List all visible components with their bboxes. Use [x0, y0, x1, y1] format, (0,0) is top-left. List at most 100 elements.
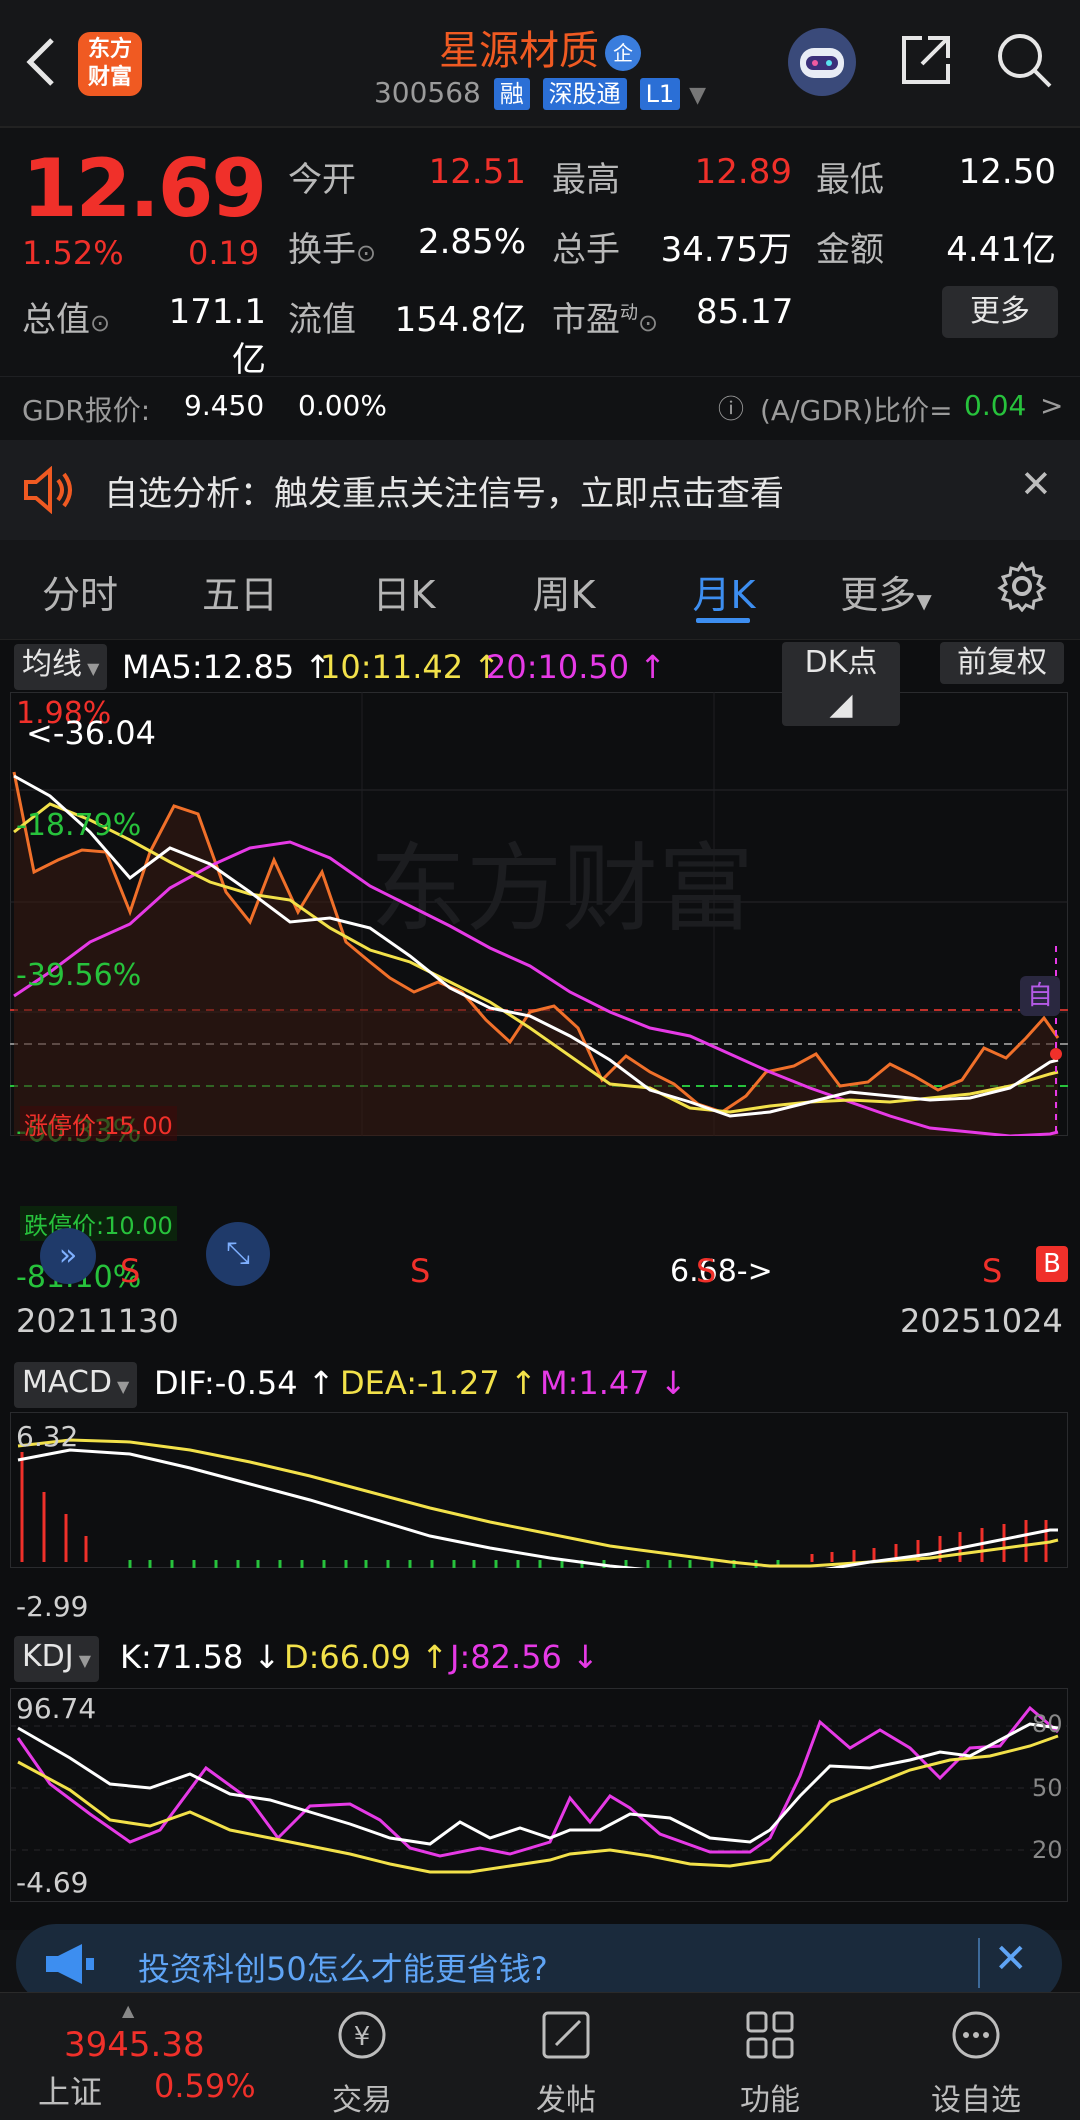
low-value: 12.50: [958, 152, 1056, 192]
chevron-right-icon: >: [1040, 389, 1064, 422]
close-icon[interactable]: ✕: [994, 1936, 1028, 1982]
gdr-row[interactable]: GDR报价: 9.450 0.00% ⓘ (A/GDR)比价= 0.04 >: [0, 376, 1080, 432]
megaphone-icon: [46, 1944, 94, 1984]
sell-mark: S: [120, 1252, 141, 1290]
macd-dif: DIF:-0.54 ↑: [154, 1364, 335, 1402]
self-select-badge[interactable]: 自: [1020, 976, 1060, 1016]
kdj-select[interactable]: KDJ ▼: [14, 1636, 100, 1682]
caret-down-icon: ▼: [82, 659, 100, 678]
limit-up-label: 涨停价:15.00: [20, 1106, 177, 1141]
max-price-label: <-36.04: [26, 714, 156, 752]
info-icon[interactable]: ⊙: [638, 309, 658, 337]
kline-chart-area[interactable]: 均线 ▼ MA5:12.85 ↑ 10:11.42 ↑ 20:10.50 ↑ D…: [0, 640, 1080, 1930]
caret-down-icon: ▼: [111, 1377, 130, 1396]
tab-more[interactable]: 更多▼: [816, 564, 956, 619]
last-price: 12.69: [22, 142, 267, 235]
notice-text: 自选分析：触发重点关注信号，立即点击查看: [104, 474, 784, 514]
analysis-notice-bar[interactable]: 自选分析：触发重点关注信号，立即点击查看 ✕: [0, 440, 1080, 540]
volume-label: 总手: [552, 230, 620, 270]
share-icon[interactable]: [896, 30, 956, 90]
info-icon[interactable]: ⊙: [356, 239, 376, 267]
macd-chart[interactable]: [10, 1412, 1068, 1568]
nav-trade[interactable]: ¥ 交易: [282, 2007, 442, 2119]
kdj-level-80: 80: [1032, 1710, 1063, 1738]
search-icon[interactable]: [994, 30, 1054, 90]
pct-label-1: -18.79%: [16, 808, 142, 843]
nav-function[interactable]: 功能: [690, 2007, 850, 2119]
pct-label-2: -39.56%: [16, 958, 142, 993]
float-value: 154.8亿: [394, 300, 526, 340]
more-dots-icon: [952, 2011, 1000, 2059]
pe-dynamic-sup: 动: [620, 302, 638, 324]
promo-divider: [978, 1938, 980, 1988]
main-price-chart[interactable]: 东方财富: [10, 692, 1068, 1136]
change-amount: 0.19: [188, 234, 260, 272]
pe-label[interactable]: 市盈动⊙: [552, 292, 658, 341]
period-tabs: 分时 五日 日K 周K 月K 更多▼: [0, 540, 1080, 640]
settings-gear-icon[interactable]: [996, 560, 1048, 612]
robot-assistant-icon[interactable]: [786, 26, 858, 98]
app-header: 东方财富 星源材质企 300568 融 深股通 L1 ▼: [0, 0, 1080, 128]
svg-text:¥: ¥: [354, 2022, 371, 2052]
buy-badge[interactable]: B: [1036, 1246, 1068, 1282]
help-icon[interactable]: ⓘ: [718, 389, 744, 426]
macd-dea: DEA:-1.27 ↑: [340, 1364, 537, 1402]
info-icon[interactable]: ⊙: [90, 309, 110, 337]
low-label: 最低: [816, 160, 884, 200]
high-label: 最高: [552, 160, 620, 200]
volume-value: 34.75万: [660, 230, 792, 270]
sell-mark: S: [982, 1252, 1003, 1290]
open-label: 今开: [288, 160, 356, 200]
limit-down-label: 跌停价:10.00: [20, 1206, 177, 1241]
mktcap-label[interactable]: 总值⊙: [22, 292, 110, 341]
tab-daily-k[interactable]: 日K: [334, 564, 474, 619]
tag-level: L1: [639, 78, 681, 110]
tab-monthly-k[interactable]: 月K: [654, 564, 794, 619]
gdr-price: 9.450: [184, 389, 265, 422]
promo-text: 投资科创50怎么才能更省钱?: [138, 1950, 548, 1988]
stock-code: 300568: [373, 76, 481, 109]
tab-intraday[interactable]: 分时: [10, 564, 150, 619]
nav-add-watchlist[interactable]: 设自选: [896, 2007, 1056, 2119]
trade-icon: ¥: [338, 2011, 386, 2059]
grid-function-icon: [746, 2011, 794, 2059]
index-value[interactable]: 3945.38: [64, 2025, 205, 2065]
amount-label: 金额: [816, 230, 884, 270]
kdj-chart[interactable]: [10, 1688, 1068, 1902]
bottom-navigation: 3945.38 ▲ 上证 0.59% ¥ 交易 发帖 功能 设自选: [0, 1992, 1080, 2120]
active-tab-underline: [696, 618, 750, 623]
kdj-min: -4.69: [16, 1866, 89, 1899]
kdj-k: K:71.58 ↓: [120, 1638, 281, 1676]
tab-weekly-k[interactable]: 周K: [494, 564, 634, 619]
min-price-label: 6.68->: [670, 1254, 773, 1289]
expand-left-icon[interactable]: »: [40, 1228, 96, 1284]
turnover-label[interactable]: 换手⊙: [288, 222, 376, 271]
amount-value: 4.41亿: [946, 230, 1056, 270]
quote-panel: 12.69 1.52% 0.19 今开 12.51 最高 12.89 最低 12…: [0, 130, 1080, 430]
edit-post-icon: [542, 2011, 590, 2059]
close-icon[interactable]: ✕: [1020, 462, 1052, 506]
kdj-j: J:82.56 ↓: [450, 1638, 599, 1676]
pe-value: 85.17: [696, 292, 794, 332]
macd-m: M:1.47 ↓: [540, 1364, 687, 1402]
macd-min: -2.99: [16, 1590, 89, 1623]
enterprise-badge: 企: [605, 35, 641, 71]
caret-down-icon[interactable]: ▼: [689, 83, 706, 108]
macd-select[interactable]: MACD ▼: [14, 1362, 138, 1408]
indicator-select[interactable]: 均线 ▼: [14, 644, 108, 690]
change-percent: 1.52%: [22, 234, 124, 272]
adjust-select[interactable]: 前复权: [940, 642, 1064, 684]
gdr-ratio-value: 0.04: [964, 389, 1027, 422]
watermark-text: 东方财富: [370, 833, 754, 945]
kdj-max: 96.74: [16, 1692, 97, 1725]
tab-five-day[interactable]: 五日: [170, 564, 310, 619]
kdj-level-50: 50: [1032, 1774, 1063, 1802]
turnover-value: 2.85%: [417, 222, 526, 262]
nav-post[interactable]: 发帖: [486, 2007, 646, 2119]
gdr-ratio-label: (A/GDR)比价=: [760, 394, 953, 427]
fullscreen-icon[interactable]: ⤡: [206, 1222, 270, 1286]
gdr-change: 0.00%: [298, 389, 387, 422]
high-value: 12.89: [694, 152, 792, 192]
index-change: 0.59%: [154, 2067, 256, 2105]
more-quote-button[interactable]: 更多: [942, 286, 1058, 338]
